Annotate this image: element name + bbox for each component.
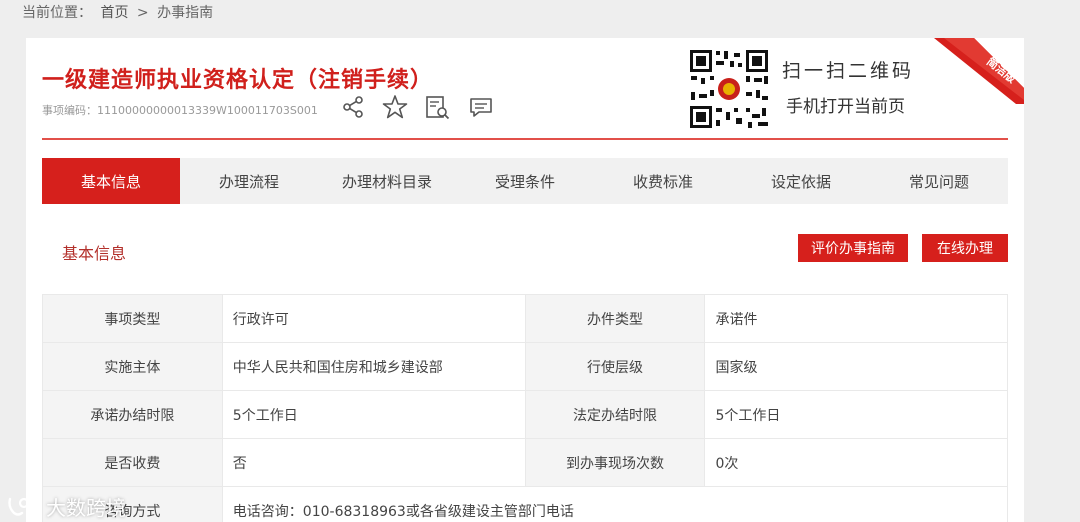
section-title: 基本信息: [62, 244, 127, 263]
table-row: 实施主体 中华人民共和国住房和城乡建设部 行使层级 国家级: [42, 342, 1008, 391]
table-row: 是否收费 否 到办事现场次数 0次: [42, 438, 1008, 487]
tab-process[interactable]: 办理流程: [180, 158, 318, 204]
qr-scan-text: 扫一扫二维码: [782, 60, 915, 82]
tab-conditions[interactable]: 受理条件: [456, 158, 594, 204]
table-row: 事项类型 行政许可 办件类型 承诺件: [42, 294, 1008, 343]
row-value: 承诺件: [704, 294, 1008, 343]
watermark: 大数跨境: [6, 492, 126, 521]
row-value: 5个工作日: [221, 390, 526, 439]
breadcrumb-prefix: 当前位置：: [22, 5, 92, 21]
row-label: 行使层级: [524, 342, 706, 391]
row-value: 国家级: [704, 342, 1008, 391]
row-value: 电话咨询：010-68318963或各省级建设主管部门电话: [221, 486, 1009, 522]
simple-version-ribbon[interactable]: GO 简洁版: [934, 38, 1024, 104]
row-value: 中华人民共和国住房和城乡建设部: [221, 342, 526, 391]
watermark-logo-icon: [8, 497, 39, 516]
star-icon[interactable]: [382, 94, 408, 120]
table-row: 承诺办结时限 5个工作日 法定办结时限 5个工作日: [42, 390, 1008, 439]
page-title: 一级建造师执业资格认定（注销手续）: [42, 68, 434, 93]
row-label: 事项类型: [42, 294, 223, 343]
row-label: 到办事现场次数: [524, 438, 706, 487]
evaluate-guide-button[interactable]: 评价办事指南: [798, 234, 908, 262]
document-search-icon[interactable]: [424, 94, 450, 120]
breadcrumb-current: 办事指南: [157, 5, 214, 21]
row-label: 是否收费: [42, 438, 223, 487]
item-code: 事项编码：11100000000013339W100011703S001: [42, 104, 318, 117]
tab-materials[interactable]: 办理材料目录: [318, 158, 456, 204]
row-label: 承诺办结时限: [42, 390, 223, 439]
tab-bar: 基本信息 办理流程 办理材料目录 受理条件 收费标准 设定依据 常见问题: [42, 158, 1008, 204]
breadcrumb: 当前位置： 首页 > 办事指南: [22, 2, 217, 22]
row-value: 5个工作日: [704, 390, 1008, 439]
row-label: 实施主体: [42, 342, 223, 391]
share-icon[interactable]: [340, 94, 366, 120]
guide-card: 一级建造师执业资格认定（注销手续） 事项编码：11100000000013339…: [26, 38, 1024, 522]
tab-faq[interactable]: 常见问题: [870, 158, 1008, 204]
watermark-text: 大数跨境: [46, 496, 126, 520]
tab-basis[interactable]: 设定依据: [732, 158, 870, 204]
row-label: 办件类型: [524, 294, 706, 343]
basic-info-table: 事项类型 行政许可 办件类型 承诺件 实施主体 中华人民共和国住房和城乡建设部 …: [42, 294, 1009, 522]
row-value: 行政许可: [221, 294, 526, 343]
tab-fees[interactable]: 收费标准: [594, 158, 732, 204]
qr-code-icon: [688, 48, 770, 130]
qr-open-text: 手机打开当前页: [786, 97, 905, 117]
table-row: 咨询方式 电话咨询：010-68318963或各省级建设主管部门电话: [42, 486, 1009, 522]
row-value: 否: [221, 438, 526, 487]
tab-basic-info[interactable]: 基本信息: [42, 158, 180, 204]
header-divider: [42, 138, 1008, 140]
breadcrumb-home-link[interactable]: 首页: [100, 5, 128, 21]
breadcrumb-separator: >: [136, 5, 149, 21]
comment-icon[interactable]: [468, 94, 494, 120]
row-value: 0次: [704, 438, 1008, 487]
online-apply-button[interactable]: 在线办理: [922, 234, 1008, 262]
row-label: 法定办结时限: [524, 390, 706, 439]
